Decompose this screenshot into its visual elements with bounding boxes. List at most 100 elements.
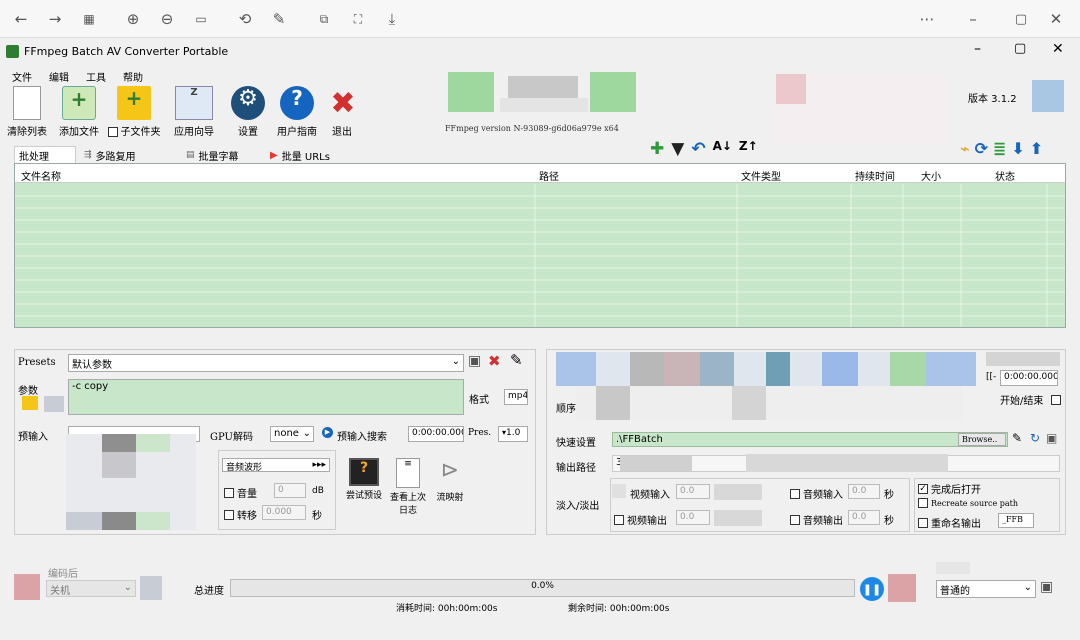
add-icon[interactable]: ✚ [650,139,664,159]
shift-option[interactable]: 转移 [224,507,257,522]
save-path-icon[interactable]: ▣ [1046,431,1057,445]
edit-preset-icon[interactable]: ✎ [510,351,523,369]
add-files-button[interactable]: + 添加文件 [56,86,102,138]
copy-icon[interactable]: ⧉ [313,8,335,30]
sort-az-icon[interactable]: A↓ [713,139,732,159]
col-status[interactable]: 状态 [995,168,1015,183]
settings-button[interactable]: ⚙ 设置 [230,86,266,138]
audio-in-option[interactable]: 音频输入 [790,486,843,501]
clean-icon[interactable]: ⌁ [960,139,970,158]
reset-path-icon[interactable]: ↻ [1030,431,1040,445]
exit-button[interactable]: ✖ 退出 [326,86,358,138]
start-time-input[interactable]: 0:00:00.000 [1000,370,1058,386]
subfolders-option[interactable]: + 子文件夹 [104,86,164,138]
after-encode-select[interactable]: 关机 ⌄ [46,580,136,597]
audio-in-spinner[interactable]: 0.0 [848,484,880,499]
undo-icon[interactable]: ↶ [691,139,705,159]
shift-spinner[interactable]: 0.000 [262,505,306,520]
audio-waveform-field[interactable]: 音频波形 ▸▸▸ [222,458,330,472]
folder-add-small-icon[interactable] [22,396,38,410]
format-input[interactable]: mp4 [504,389,528,405]
play-icon[interactable]: ▶ [322,427,333,438]
pres-input[interactable]: ▾1.0 [498,426,528,442]
col-path[interactable]: 路径 [539,168,559,183]
menu-edit[interactable]: 编辑 [49,69,69,84]
file-list[interactable]: 文件名称 路径 文件类型 持续时间 大小 状态 [14,163,1066,328]
video-in-spinner[interactable]: 0.0 [676,484,710,499]
tab-batch[interactable]: 批处理 [14,146,76,164]
win-minimize-icon[interactable]: – [974,41,981,57]
menu-tools[interactable]: 工具 [86,69,106,84]
tab-mux[interactable]: ⇶ 多路复用 [80,146,176,164]
refresh-icon[interactable]: ⟳ [975,139,988,158]
save-icon[interactable]: ▣ [1040,579,1053,595]
view-log-button[interactable]: ≡ 查看上次日志 [388,458,428,516]
rotate-icon[interactable]: ⟲ [234,8,256,30]
menu-help[interactable]: 帮助 [123,69,143,84]
fit-icon[interactable]: ▭ [190,8,212,30]
audio-out-spinner[interactable]: 0.0 [848,510,880,525]
priority-select[interactable]: 普通的 ⌄ [936,580,1036,598]
wizard-button[interactable]: Z 应用向导 [170,86,218,138]
recreate-option[interactable]: Recreate source path [918,498,1018,508]
zoom-out-icon[interactable]: ⊖ [156,8,178,30]
scan-icon[interactable]: ⛶ [347,8,369,30]
subfolders-checkbox[interactable] [107,127,118,137]
rename-option[interactable]: 重命名输出 [918,515,981,530]
more-icon[interactable]: ⋯ [916,8,938,30]
video-out-option[interactable]: 视频输出 [614,512,667,527]
tab-urls[interactable]: ▶ 批量 URLs [266,146,346,164]
shift-checkbox[interactable] [224,509,234,520]
preset-select[interactable]: 默认参数 ⌄ [68,354,464,372]
preinput-search-label[interactable]: 预输入搜索 [337,428,387,443]
menu-file[interactable]: 文件 [12,69,32,84]
edit-path-icon[interactable]: ✎ [1012,431,1022,445]
back-arrow-icon[interactable]: ← [10,8,32,30]
clear-list-button[interactable]: 清除列表 [4,86,50,138]
user-guide-button[interactable]: ? 用户指南 [274,86,320,138]
tab-subtitles[interactable]: ▤ 批量字幕 [182,146,262,164]
volume-spinner[interactable]: 0 [274,483,306,498]
win-close-icon[interactable]: ✕ [1052,41,1064,57]
video-out-spinner[interactable]: 0.0 [676,510,710,525]
open-after-checkbox[interactable]: ✓ [918,483,928,494]
audio-out-option[interactable]: 音频输出 [790,512,843,527]
params-input[interactable]: -c copy [68,379,464,415]
forward-arrow-icon[interactable]: → [44,8,66,30]
start-end-checkbox[interactable] [1051,394,1062,405]
download-icon[interactable]: ⤓ [381,8,403,30]
audio-in-checkbox[interactable] [790,488,800,499]
maximize-icon[interactable]: ▢ [1010,8,1032,30]
col-size[interactable]: 大小 [921,168,941,183]
filter-icon[interactable]: ▼ [671,139,684,159]
close-icon[interactable]: ✕ [1045,8,1067,30]
try-preset-button[interactable]: ? 尝试预设 [342,458,386,501]
sort-za-icon[interactable]: Z↑ [739,139,758,159]
win-maximize-icon[interactable]: ▢ [1014,41,1026,56]
move-down-icon[interactable]: ⬇ [1011,139,1024,158]
start-end-option[interactable]: 开始/结束 [1000,392,1064,407]
rename-suffix-input[interactable]: _FFB [998,513,1034,528]
pause-icon[interactable]: ❚❚ [860,577,884,601]
video-out-checkbox[interactable] [614,514,624,525]
volume-checkbox[interactable] [224,487,234,498]
move-up-icon[interactable]: ⬆ [1030,139,1043,158]
save-preset-icon[interactable]: ▣ [468,353,481,369]
volume-option[interactable]: 音量 [224,485,257,500]
list-icon[interactable]: ≣ [993,139,1006,158]
grid-view-icon[interactable]: ▦ [78,8,100,30]
rename-checkbox[interactable] [918,517,928,528]
zoom-in-icon[interactable]: ⊕ [122,8,144,30]
col-filename[interactable]: 文件名称 [21,168,61,183]
minimize-icon[interactable]: – [962,8,984,30]
open-after-option[interactable]: ✓ 完成后打开 [918,481,981,496]
gpu-select[interactable]: none ⌄ [270,426,314,442]
stream-map-button[interactable]: ⊳ 流映射 [430,458,470,503]
delete-preset-icon[interactable]: ✖ [488,352,501,370]
col-duration[interactable]: 持续时间 [855,168,895,183]
audio-out-checkbox[interactable] [790,514,800,525]
browse-button[interactable]: Browse.. [958,433,1006,446]
edit-icon[interactable]: ✎ [268,8,290,30]
recreate-checkbox[interactable] [918,498,928,508]
preinput-time[interactable]: 0:00:00.000 [408,426,464,442]
